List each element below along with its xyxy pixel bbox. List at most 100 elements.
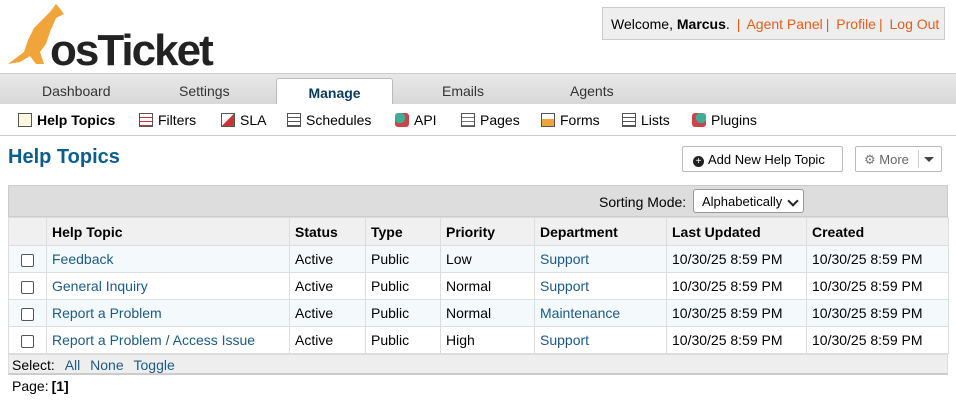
subnav-lists[interactable]: Lists bbox=[622, 112, 670, 128]
topic-link[interactable]: Feedback bbox=[52, 251, 113, 267]
select-toggle-link[interactable]: Toggle bbox=[134, 357, 175, 373]
current-page[interactable]: [1] bbox=[52, 378, 69, 394]
sla-icon bbox=[221, 113, 235, 127]
subnav-label: Plugins bbox=[711, 112, 757, 128]
status-cell: Active bbox=[289, 326, 366, 354]
row-select-cell bbox=[8, 326, 47, 354]
department-link[interactable]: Maintenance bbox=[540, 305, 620, 321]
column-header[interactable]: Created bbox=[806, 217, 949, 246]
column-header[interactable]: Last Updated bbox=[666, 217, 807, 246]
table-row: Report a Problem / Access Issue Active P… bbox=[8, 326, 949, 354]
plugins-icon bbox=[692, 113, 706, 127]
subnav-label: Pages bbox=[480, 112, 520, 128]
column-header[interactable]: Type bbox=[365, 217, 441, 246]
column-header[interactable]: Priority bbox=[440, 217, 535, 246]
tab-agents[interactable]: Agents bbox=[570, 83, 614, 99]
logout-link[interactable]: Log Out bbox=[890, 16, 940, 32]
priority-cell: Normal bbox=[440, 272, 535, 300]
row-checkbox[interactable] bbox=[21, 253, 34, 267]
select-all-link[interactable]: All bbox=[65, 357, 81, 373]
add-button-label: Add New Help Topic bbox=[708, 152, 825, 167]
chevron-down-icon bbox=[787, 195, 799, 207]
tab-dashboard[interactable]: Dashboard bbox=[42, 83, 111, 99]
last-updated-cell: 10/30/25 8:59 PM bbox=[666, 326, 807, 354]
main-nav: Dashboard Settings Manage Emails Agents bbox=[0, 73, 956, 104]
department-cell: Support bbox=[534, 326, 667, 354]
table-row: General Inquiry Active Public Normal Sup… bbox=[8, 272, 949, 300]
topic-link[interactable]: Report a Problem bbox=[52, 305, 162, 321]
topic-cell: Report a Problem bbox=[46, 299, 290, 327]
subnav-sla[interactable]: SLA bbox=[221, 112, 266, 128]
topic-link[interactable]: General Inquiry bbox=[52, 278, 148, 294]
row-checkbox[interactable] bbox=[21, 280, 34, 294]
agent-panel-link[interactable]: Agent Panel bbox=[746, 16, 822, 32]
department-link[interactable]: Support bbox=[540, 332, 589, 348]
filters-icon bbox=[139, 113, 153, 127]
type-cell: Public bbox=[365, 272, 441, 300]
row-select-cell bbox=[8, 272, 47, 300]
subnav-pages[interactable]: Pages bbox=[461, 112, 520, 128]
profile-link[interactable]: Profile bbox=[836, 16, 876, 32]
pagination: Page: [1] bbox=[12, 378, 69, 394]
type-cell: Public bbox=[365, 245, 441, 273]
row-checkbox[interactable] bbox=[21, 307, 34, 321]
department-cell: Support bbox=[534, 272, 667, 300]
schedules-icon bbox=[287, 113, 301, 127]
table-row: Report a Problem Active Public Normal Ma… bbox=[8, 299, 949, 327]
type-cell: Public bbox=[365, 326, 441, 354]
subnav-filters[interactable]: Filters bbox=[139, 112, 196, 128]
created-cell: 10/30/25 8:59 PM bbox=[806, 272, 949, 300]
osticket-logo[interactable]: osTicket bbox=[6, 2, 214, 75]
column-header[interactable]: Department bbox=[534, 217, 667, 246]
sorting-mode-select[interactable]: Alphabetically bbox=[693, 189, 804, 213]
subnav-plugins[interactable]: Plugins bbox=[692, 112, 757, 128]
row-checkbox[interactable] bbox=[21, 334, 34, 348]
created-cell: 10/30/25 8:59 PM bbox=[806, 299, 949, 327]
select-label: Select: bbox=[12, 357, 55, 373]
department-cell: Maintenance bbox=[534, 299, 667, 327]
subnav-label: Help Topics bbox=[37, 112, 116, 128]
sorting-mode-value: Alphabetically bbox=[702, 194, 783, 209]
tab-emails[interactable]: Emails bbox=[442, 83, 484, 99]
page-title: Help Topics bbox=[8, 146, 120, 168]
table-header-row: Help Topic Status Type Priority Departme… bbox=[8, 217, 949, 246]
more-button[interactable]: ⚙ More bbox=[855, 146, 942, 172]
topic-link[interactable]: Report a Problem / Access Issue bbox=[52, 332, 255, 348]
topic-cell: General Inquiry bbox=[46, 272, 290, 300]
topic-cell: Report a Problem / Access Issue bbox=[46, 326, 290, 354]
subnav-api[interactable]: API bbox=[395, 112, 437, 128]
logo-text: osTicket bbox=[50, 26, 214, 75]
tab-manage[interactable]: Manage bbox=[276, 78, 393, 104]
priority-cell: High bbox=[440, 326, 535, 354]
forms-icon bbox=[541, 113, 555, 127]
column-header[interactable]: Help Topic bbox=[46, 217, 290, 246]
user-info-box: Welcome, Marcus. | Agent Panel | Profile |… bbox=[602, 7, 945, 40]
select-none-link[interactable]: None bbox=[90, 357, 123, 373]
subnav-schedules[interactable]: Schedules bbox=[287, 112, 371, 128]
subnav-help-topics[interactable]: Help Topics bbox=[18, 112, 115, 128]
department-cell: Support bbox=[534, 245, 667, 273]
select-bar: Select: All None Toggle bbox=[8, 354, 948, 375]
last-updated-cell: 10/30/25 8:59 PM bbox=[666, 299, 807, 327]
table-row: Feedback Active Public Low Support 10/30… bbox=[8, 245, 949, 273]
help-topics-icon bbox=[18, 113, 32, 127]
add-new-help-topic-button[interactable]: + Add New Help Topic bbox=[682, 146, 843, 172]
topic-cell: Feedback bbox=[46, 245, 290, 273]
subnav-label: Schedules bbox=[306, 112, 372, 128]
welcome-text: Welcome, bbox=[611, 16, 677, 32]
subnav-forms[interactable]: Forms bbox=[541, 112, 600, 128]
tab-settings[interactable]: Settings bbox=[179, 83, 230, 99]
priority-cell: Normal bbox=[440, 299, 535, 327]
department-link[interactable]: Support bbox=[540, 251, 589, 267]
status-cell: Active bbox=[289, 272, 366, 300]
sorting-mode-label: Sorting Mode: bbox=[599, 194, 687, 210]
subnav-label: Lists bbox=[641, 112, 670, 128]
welcome-punct: . bbox=[725, 16, 734, 32]
pages-icon bbox=[461, 113, 475, 127]
department-link[interactable]: Support bbox=[540, 278, 589, 294]
select-column-header bbox=[8, 217, 47, 246]
more-button-label: More bbox=[879, 152, 909, 167]
column-header[interactable]: Status bbox=[289, 217, 366, 246]
chevron-down-icon[interactable] bbox=[924, 157, 934, 162]
sorting-bar: Sorting Mode: Alphabetically bbox=[8, 185, 948, 217]
